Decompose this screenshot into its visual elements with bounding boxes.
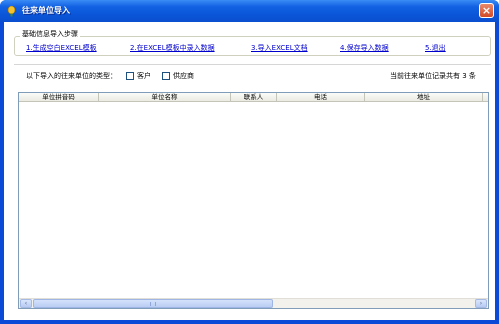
grid-header: 单位拼音码 单位名称 联系人 电话 地址 — [19, 93, 488, 102]
window-title: 往来单位导入 — [22, 6, 70, 15]
record-count-text: 当前往来单位记录共有 3 条 — [390, 72, 476, 80]
step-generate-template-link[interactable]: 1.生成空白EXCEL模板 — [26, 44, 97, 53]
chevron-right-icon: › — [479, 300, 483, 307]
step-save-data-link[interactable]: 4.保存导入数据 — [340, 44, 389, 53]
horizontal-scrollbar[interactable]: ‹ › — [19, 298, 488, 308]
grip-icon — [150, 302, 156, 306]
column-header-address[interactable]: 地址 — [365, 93, 483, 102]
chevron-left-icon: ‹ — [24, 300, 28, 307]
customer-checkbox-label[interactable]: 客户 — [137, 72, 151, 81]
supplier-checkbox-label[interactable]: 供应商 — [173, 72, 194, 81]
scroll-left-button[interactable]: ‹ — [20, 299, 32, 308]
column-header-contact[interactable]: 联系人 — [231, 93, 277, 102]
app-icon — [7, 5, 16, 17]
scroll-thumb[interactable] — [33, 299, 273, 308]
column-header-phone[interactable]: 电话 — [277, 93, 365, 102]
scroll-right-button[interactable]: › — [475, 299, 487, 308]
import-window: 往来单位导入 × 基础信息导入步骤 1.生成空白EXCEL模板 2.在EXCEL… — [0, 0, 499, 324]
title-bar[interactable]: 往来单位导入 × — [0, 0, 499, 22]
unit-type-label: 以下导入的往来单位的类型： — [26, 72, 117, 80]
column-header-pinyin-code[interactable]: 单位拼音码 — [19, 93, 99, 102]
step-import-excel-link[interactable]: 3.导入EXCEL文档 — [251, 44, 308, 53]
step-exit-link[interactable]: 5.退出 — [425, 44, 446, 53]
customer-checkbox[interactable] — [126, 72, 134, 80]
close-icon: × — [481, 4, 492, 17]
close-button[interactable]: × — [479, 3, 494, 18]
divider — [14, 64, 491, 65]
column-header-unit-name[interactable]: 单位名称 — [99, 93, 231, 102]
data-grid[interactable]: 单位拼音码 单位名称 联系人 电话 地址 ‹ › — [18, 92, 489, 309]
client-area: 基础信息导入步骤 1.生成空白EXCEL模板 2.在EXCEL模板中录入数据 3… — [4, 22, 495, 320]
window-bottom-border — [0, 320, 499, 324]
step-enter-data-link[interactable]: 2.在EXCEL模板中录入数据 — [130, 44, 215, 53]
steps-group-legend: 基础信息导入步骤 — [20, 30, 80, 39]
supplier-checkbox[interactable] — [162, 72, 170, 80]
